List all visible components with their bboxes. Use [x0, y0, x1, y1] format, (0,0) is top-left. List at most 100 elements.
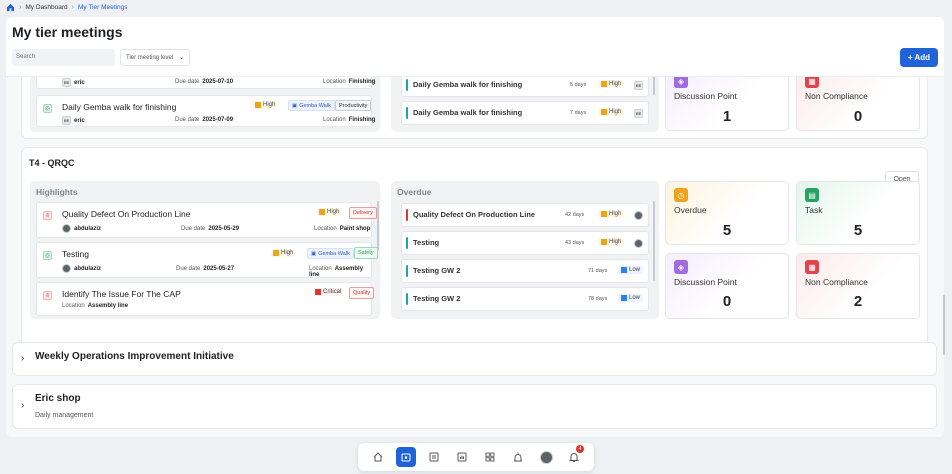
overdue-title: Testing GW 2 — [413, 294, 461, 303]
overdue-title: Daily Gemba walk for finishing — [413, 80, 523, 89]
overdue-item[interactable]: Testing 43 days High — [401, 231, 649, 255]
gemba-walk-icon: ◎ — [43, 104, 52, 113]
stat-label: Discussion Point — [674, 277, 737, 287]
home-icon[interactable] — [6, 3, 15, 12]
priority-label: High — [609, 109, 622, 115]
flag-icon — [315, 289, 321, 295]
priority-badge: High — [253, 101, 278, 109]
overdue-item[interactable]: Daily Gemba walk for finishing 7 days Hi… — [401, 101, 649, 125]
due-value: 2025-07-09 — [202, 117, 234, 123]
avatar: EE — [634, 109, 643, 118]
breadcrumb-dashboard[interactable]: My Dashboard — [25, 4, 67, 11]
location-label: Location — [323, 117, 346, 123]
category-tag: Delivery — [349, 207, 377, 219]
due-date: Due date 2025-05-27 — [176, 266, 234, 272]
overdue-item[interactable]: Testing GW 2 71 days Low — [401, 259, 649, 283]
stat-label: Overdue — [674, 205, 707, 215]
due-value: 2025-05-27 — [203, 266, 235, 272]
priority-badge: Low — [618, 294, 644, 302]
tier-level-select[interactable]: Tier meeting level ⌄ — [120, 49, 190, 66]
tag-label: Gemba Walk — [318, 250, 350, 257]
flag-icon — [255, 102, 261, 108]
stat-discussion-point[interactable]: ◈ Discussion Point 1 — [665, 69, 789, 131]
stat-non-compliance[interactable]: ▦ Non Compliance 0 — [796, 69, 920, 131]
flag-icon — [621, 295, 627, 301]
chevron-right-icon: › — [19, 3, 22, 11]
group-title: Weekly Operations Improvement Initiative — [35, 351, 234, 362]
assignee: abdulaziz — [62, 264, 101, 273]
highlight-title: Quality Defect On Production Line — [62, 209, 191, 219]
highlight-item[interactable]: ◎ Testing High ▣ Gemba Walk Safety abdula… — [36, 242, 378, 278]
tag-icon: ▣ — [311, 250, 317, 257]
highlight-item[interactable]: ≡ Identify The Issue For The CAP Critica… — [36, 282, 375, 316]
overdue-days: 71 days — [588, 268, 608, 274]
stat-non-compliance[interactable]: ▦ Non Compliance 2 — [796, 253, 920, 319]
overdue-days: 5 days — [570, 82, 587, 88]
highlight-item[interactable]: ≡ Quality Defect On Production Line High… — [36, 202, 377, 238]
assignee-name: abdulaziz — [74, 225, 102, 232]
home-icon[interactable] — [368, 447, 388, 467]
avatar: EE — [634, 81, 643, 90]
breadcrumb-current[interactable]: My Tier Meetings — [78, 4, 128, 11]
location: Location Paint shop — [314, 226, 370, 232]
meetings-icon[interactable] — [396, 447, 416, 467]
board-icon[interactable] — [424, 447, 444, 467]
priority-badge: High — [317, 208, 342, 216]
overdue-item[interactable]: Quality Defect On Production Line 42 day… — [401, 203, 649, 227]
avatar — [539, 450, 553, 464]
assignee-name: eric — [74, 79, 85, 86]
priority-label: High — [609, 211, 622, 217]
flag-icon — [273, 250, 279, 256]
chevron-right-icon[interactable]: › — [21, 400, 24, 411]
page-header: My tier meetings Search Tier meeting lev… — [6, 17, 944, 77]
chart-icon[interactable] — [452, 447, 472, 467]
chevron-down-icon: ⌄ — [178, 55, 184, 61]
scrollbar[interactable] — [653, 201, 655, 281]
stat-discussion-point[interactable]: ◈ Discussion Point 0 — [665, 253, 789, 319]
add-button[interactable]: + Add — [900, 48, 938, 67]
stat-overdue[interactable]: ◷ Overdue 5 — [665, 181, 789, 245]
scrollbar[interactable] — [377, 201, 379, 251]
stat-task[interactable]: ▤ Task 5 — [796, 181, 920, 245]
highlight-item[interactable]: ◎ Daily Gemba walk for finishing High ▣ G… — [36, 95, 375, 127]
alarm-icon[interactable] — [508, 447, 528, 467]
chevron-right-icon[interactable]: › — [21, 353, 24, 364]
highlights-column: Highlights ≡ Quality Defect On Productio… — [30, 181, 380, 319]
location: Location Finishing — [323, 117, 375, 123]
avatar: EE — [62, 116, 71, 125]
tier-group-collapsed[interactable]: › Eric shop Daily management — [12, 384, 937, 429]
tier-group-collapsed[interactable]: › Weekly Operations Improvement Initiati… — [12, 342, 937, 376]
tag-icon: ▣ — [292, 102, 298, 109]
discussion-icon: ◈ — [674, 260, 688, 274]
profile-avatar[interactable] — [536, 447, 556, 467]
location-value: Finishing — [348, 117, 376, 123]
assignee-name: abdulaziz — [74, 265, 102, 272]
flag-icon — [601, 211, 607, 217]
due-label: Due date — [181, 226, 206, 232]
non-compliance-icon: ▦ — [805, 260, 819, 274]
priority-badge: Critical — [313, 288, 344, 296]
overdue-column: Overdue Quality Defect On Production Lin… — [391, 181, 659, 319]
stat-value: 0 — [722, 293, 732, 310]
priority-label: Low — [629, 295, 641, 301]
bottom-dock: 4 — [358, 443, 594, 471]
bell-icon[interactable]: 4 — [564, 445, 584, 467]
page-scrollbar[interactable] — [943, 295, 945, 355]
due-date: Due date 2025-07-09 — [175, 117, 233, 123]
assignee: EE eric — [62, 78, 85, 87]
apps-icon[interactable] — [480, 447, 500, 467]
stat-value: 1 — [722, 108, 732, 125]
highlight-title: Daily Gemba walk for finishing — [62, 102, 177, 112]
overdue-item[interactable]: Testing GW 2 78 days Low — [401, 287, 649, 311]
category-tag: ▣ Gemba Walk — [288, 100, 335, 111]
search-input[interactable]: Search — [12, 49, 115, 66]
highlights-heading: Highlights — [36, 187, 78, 197]
assignee-name: eric — [74, 117, 85, 124]
overdue-days: 42 days — [565, 212, 585, 218]
due-value: 2025-07-10 — [202, 79, 234, 85]
priority-label: High — [263, 102, 276, 108]
due-label: Due date — [175, 79, 200, 85]
priority-badge: High — [598, 238, 625, 246]
category-tag: Quality — [349, 287, 375, 299]
category-tag: ▣ Gemba Walk — [307, 248, 354, 259]
